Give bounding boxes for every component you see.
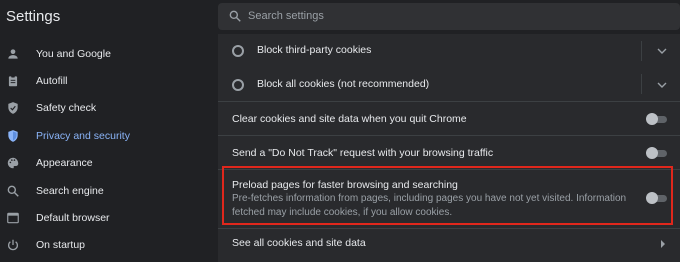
chevron-right-icon[interactable] (660, 240, 666, 248)
do-not-track-row[interactable]: Send a "Do Not Track" request with your … (218, 136, 680, 169)
clear-cookies-on-quit-row[interactable]: Clear cookies and site data when you qui… (218, 102, 680, 135)
toggle-knob (646, 192, 658, 204)
see-all-cookies-label: See all cookies and site data (232, 237, 366, 249)
sidebar-item-label: On startup (36, 238, 86, 251)
block-all-cookies-option[interactable]: Block all cookies (not recommended) (218, 67, 680, 101)
sidebar-item-label: Appearance (36, 156, 93, 169)
search-box[interactable] (218, 3, 680, 30)
search-icon (229, 10, 241, 22)
palette-icon (7, 157, 19, 168)
toggle-knob (646, 113, 658, 125)
preload-pages-row[interactable]: Preload pages for faster browsing and se… (218, 170, 680, 227)
block-third-party-radio[interactable] (232, 45, 244, 57)
see-all-cookies-row[interactable]: See all cookies and site data (218, 229, 680, 262)
sidebar-item-privacy-and-security[interactable]: Privacy and security (0, 122, 210, 149)
sidebar-item-you-and-google[interactable]: You and Google (0, 40, 210, 67)
block-third-party-label: Block third-party cookies (257, 44, 372, 56)
search-icon (7, 185, 19, 197)
person-icon (8, 48, 18, 59)
preload-pages-description: Pre-fetches information from pages, incl… (232, 193, 627, 218)
block-all-cookies-radio[interactable] (232, 79, 244, 91)
sidebar-item-appearance[interactable]: Appearance (0, 149, 210, 176)
sidebar-item-autofill[interactable]: Autofill (0, 67, 210, 94)
chevron-down-icon[interactable] (657, 47, 667, 55)
cookies-settings-panel: Block third-party cookies Block all cook… (218, 34, 680, 262)
sidebar-item-default-browser[interactable]: Default browser (0, 204, 210, 231)
block-all-cookies-label: Block all cookies (not recommended) (257, 78, 430, 90)
top-bar: Settings (0, 0, 680, 34)
block-third-party-cookies-option[interactable]: Block third-party cookies (218, 34, 680, 67)
preload-pages-label: Preload pages for faster browsing and se… (232, 179, 458, 191)
sidebar-item-label: Safety check (36, 101, 97, 114)
clear-cookies-on-quit-label: Clear cookies and site data when you qui… (232, 113, 467, 125)
sidebar-item-on-startup[interactable]: On startup (0, 231, 210, 258)
page-title: Settings (6, 8, 61, 25)
clipboard-icon (8, 74, 18, 86)
divider (641, 74, 642, 94)
browser-icon (7, 212, 19, 223)
sidebar-item-label: Autofill (36, 74, 68, 87)
do-not-track-toggle[interactable] (646, 147, 668, 159)
sidebar-item-label: Default browser (36, 211, 110, 224)
toggle-knob (646, 147, 658, 159)
preload-pages-toggle[interactable] (646, 192, 668, 204)
sidebar-item-label: You and Google (36, 47, 111, 60)
sidebar-item-search-engine[interactable]: Search engine (0, 177, 210, 204)
chevron-down-icon[interactable] (657, 81, 667, 89)
shield-icon (8, 129, 18, 142)
clear-cookies-on-quit-toggle[interactable] (646, 113, 668, 125)
search-input[interactable] (248, 6, 668, 26)
power-icon (8, 239, 18, 250)
sidebar-item-safety-check[interactable]: Safety check (0, 94, 210, 121)
sidebar-item-label: Search engine (36, 184, 104, 197)
do-not-track-label: Send a "Do Not Track" request with your … (232, 147, 494, 159)
shield-check-icon (8, 101, 18, 114)
sidebar-item-label: Privacy and security (36, 129, 130, 142)
divider (641, 41, 642, 61)
